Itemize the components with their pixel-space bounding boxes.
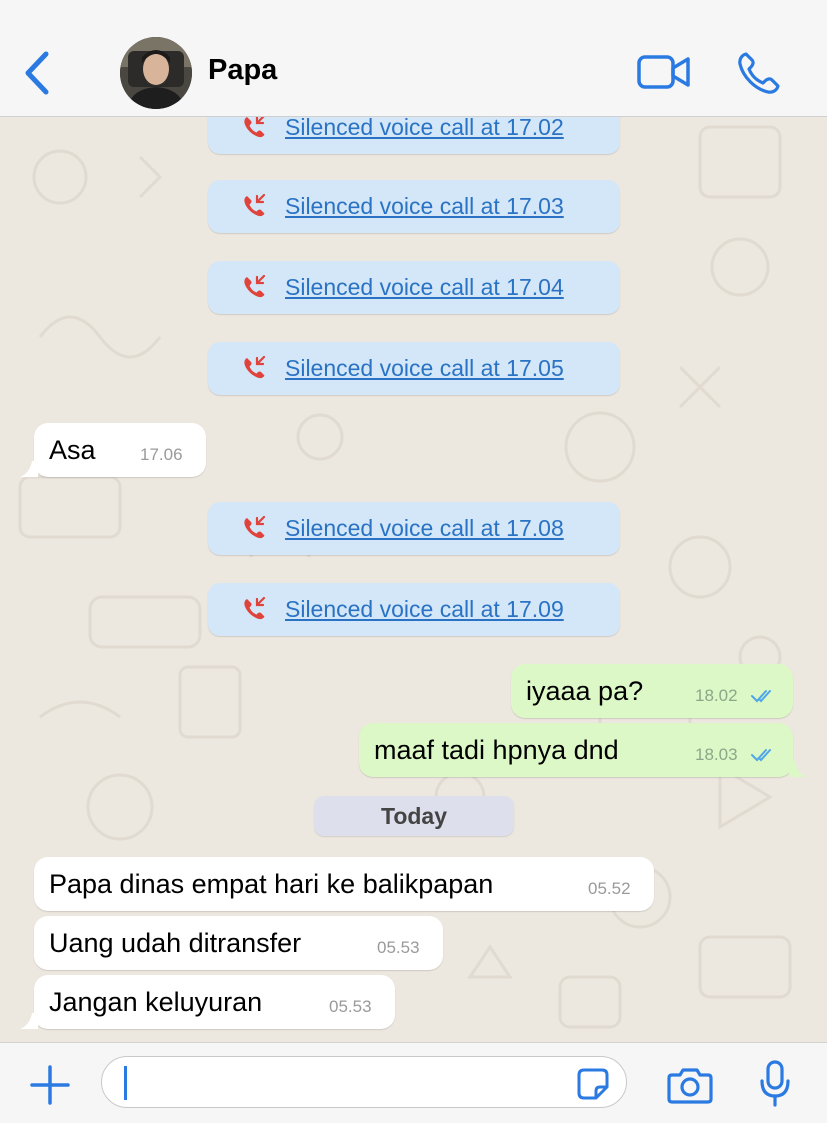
message-time: 05.53 (377, 938, 420, 957)
silenced-call-item[interactable]: Silenced voice call at 17.09 (208, 583, 620, 636)
call-label[interactable]: Silenced voice call at 17.04 (285, 274, 564, 301)
date-separator: Today (314, 796, 514, 836)
message-bubble-outgoing[interactable]: maaf tadi hpnya dnd 18.03 (359, 723, 807, 777)
call-label[interactable]: Silenced voice call at 17.09 (285, 596, 564, 623)
message-time: 18.02 (695, 686, 738, 705)
message-bubble-incoming[interactable]: Papa dinas empat hari ke balikpapan 05.5… (34, 857, 654, 911)
video-call-icon[interactable] (636, 52, 692, 92)
avatar-photo (120, 37, 192, 109)
message-text: Jangan keluyuran (49, 987, 263, 1017)
call-label[interactable]: Silenced voice call at 17.05 (285, 355, 564, 382)
bubble-tail (789, 761, 807, 777)
missed-call-icon (244, 193, 266, 217)
message-text: maaf tadi hpnya dnd (374, 735, 619, 765)
message-time: 05.53 (329, 997, 372, 1016)
call-label[interactable]: Silenced voice call at 17.08 (285, 515, 564, 542)
call-label[interactable]: Silenced voice call at 17.02 (285, 117, 564, 141)
bubble-tail (20, 461, 38, 477)
message-text: Papa dinas empat hari ke balikpapan (49, 869, 494, 899)
text-cursor (124, 1066, 127, 1100)
message-bubble-incoming[interactable]: Jangan keluyuran 05.53 (20, 975, 395, 1029)
silenced-call-item[interactable]: Silenced voice call at 17.08 (208, 502, 620, 555)
message-time: 17.06 (140, 445, 183, 464)
missed-call-icon (244, 274, 266, 298)
message-time: 18.03 (695, 745, 738, 764)
silenced-call-item[interactable]: Silenced voice call at 17.02 (208, 117, 620, 154)
camera-icon[interactable] (666, 1065, 714, 1105)
chat-header: Papa (0, 0, 827, 117)
call-label[interactable]: Silenced voice call at 17.03 (285, 193, 564, 220)
missed-call-icon (244, 117, 265, 138)
message-bubble-incoming[interactable]: Asa 17.06 (20, 423, 206, 477)
silenced-call-item[interactable]: Silenced voice call at 17.04 (208, 261, 620, 314)
message-text: Uang udah ditransfer (49, 928, 302, 958)
sticker-icon[interactable] (576, 1067, 610, 1101)
silenced-call-item[interactable]: Silenced voice call at 17.03 (208, 180, 620, 233)
contact-name[interactable]: Papa (208, 54, 277, 87)
microphone-icon[interactable] (758, 1059, 792, 1109)
message-bubble-incoming[interactable]: Uang udah ditransfer 05.53 (34, 916, 443, 970)
phone-icon[interactable] (736, 50, 782, 96)
double-check-icon (751, 690, 771, 703)
avatar[interactable] (120, 37, 192, 109)
message-text: iyaaa pa? (526, 676, 644, 706)
message-input[interactable] (124, 1065, 548, 1101)
missed-call-icon (244, 515, 266, 539)
missed-call-icon (244, 596, 266, 620)
message-time: 05.52 (588, 879, 631, 898)
message-input-field[interactable] (101, 1056, 627, 1108)
message-text: Asa (49, 435, 96, 465)
bubble-tail (20, 1013, 38, 1029)
double-check-icon (751, 749, 771, 762)
chat-area[interactable]: Silenced voice call at 17.02 Silenced vo… (0, 117, 827, 1041)
message-bubble-outgoing[interactable]: iyaaa pa? 18.02 (511, 664, 793, 718)
plus-icon[interactable] (28, 1063, 72, 1107)
chevron-left-icon[interactable] (22, 50, 54, 96)
missed-call-icon (244, 355, 266, 379)
composer-bar (0, 1042, 827, 1123)
silenced-call-item[interactable]: Silenced voice call at 17.05 (208, 342, 620, 395)
